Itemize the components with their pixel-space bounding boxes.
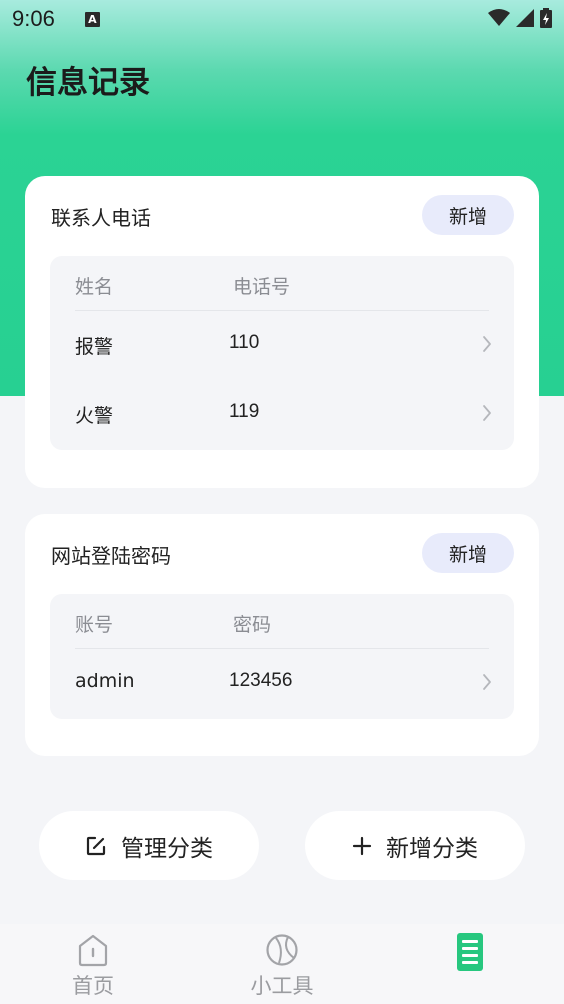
page-title: 信息记录	[26, 65, 150, 101]
tab-records[interactable]	[410, 932, 530, 974]
manage-categories-button[interactable]: 管理分类	[39, 811, 259, 880]
card-title: 联系人电话	[51, 206, 151, 230]
manage-categories-label: 管理分类	[121, 835, 213, 862]
table-row[interactable]: 火警 119	[50, 380, 514, 449]
plus-icon	[352, 836, 372, 855]
ball-icon	[266, 934, 298, 966]
battery-icon	[540, 8, 552, 28]
tab-home-label: 首页	[72, 974, 114, 998]
column-header-name: 姓名	[75, 276, 114, 298]
status-icons	[488, 8, 552, 28]
signal-icon	[516, 9, 534, 27]
bottom-tab-bar: 首页 小工具	[0, 924, 564, 1004]
table-header: 账号 密码	[75, 594, 489, 649]
wifi-icon	[488, 9, 510, 26]
chevron-right-icon	[483, 405, 491, 421]
home-icon	[78, 934, 108, 967]
add-category-label: 新增分类	[386, 835, 478, 862]
column-header-phone: 电话号	[233, 276, 291, 298]
table-row[interactable]: admin 123456	[50, 649, 514, 718]
website-card: 网站登陆密码 新增 账号 密码 admin 123456	[25, 514, 539, 756]
records-icon	[457, 933, 483, 971]
row-value: 119	[229, 401, 260, 422]
contacts-card: 联系人电话 新增 姓名 电话号 报警 110 火警 119	[25, 176, 539, 488]
tab-home[interactable]: 首页	[33, 932, 153, 1000]
add-contact-button[interactable]: 新增	[422, 195, 514, 235]
chevron-right-icon	[483, 674, 491, 690]
status-bar: 9:06 A	[0, 0, 564, 38]
row-name: 火警	[75, 405, 114, 427]
contacts-table: 姓名 电话号 报警 110 火警 119	[50, 256, 514, 450]
notification-icon: A	[84, 11, 100, 27]
tab-tools[interactable]: 小工具	[222, 932, 342, 1000]
website-table: 账号 密码 admin 123456	[50, 594, 514, 719]
tab-tools-label: 小工具	[250, 974, 314, 998]
row-name: 报警	[75, 336, 114, 358]
table-header: 姓名 电话号	[75, 256, 489, 311]
card-title: 网站登陆密码	[51, 544, 171, 568]
edit-icon	[86, 836, 106, 855]
status-time: 9:06	[12, 6, 55, 31]
add-account-button[interactable]: 新增	[422, 533, 514, 573]
column-header-password: 密码	[233, 614, 272, 636]
row-name: admin	[75, 670, 135, 692]
column-header-account: 账号	[75, 614, 114, 636]
table-row[interactable]: 报警 110	[50, 311, 514, 380]
chevron-right-icon	[483, 336, 491, 352]
row-value: 123456	[229, 670, 293, 691]
row-value: 110	[229, 332, 260, 353]
add-category-button[interactable]: 新增分类	[305, 811, 525, 880]
